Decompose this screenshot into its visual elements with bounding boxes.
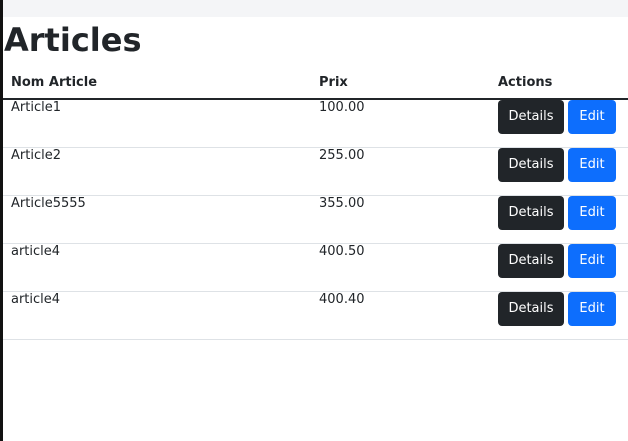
article-price: 400.50: [311, 243, 490, 292]
table-row: Article5555 355.00 Details Edit: [3, 195, 628, 244]
row-actions: Details Edit: [490, 195, 628, 244]
details-button[interactable]: Details: [498, 243, 564, 278]
article-name: Article1: [3, 99, 311, 148]
article-price: 100.00: [311, 99, 490, 148]
page-title: Articles: [4, 21, 142, 59]
top-bar: [3, 0, 628, 17]
edit-button[interactable]: Edit: [568, 147, 616, 182]
details-button[interactable]: Details: [498, 195, 564, 230]
article-name: Article2: [3, 147, 311, 196]
details-button[interactable]: Details: [498, 291, 564, 326]
table-row: Article1 100.00 Details Edit: [3, 99, 628, 148]
row-actions: Details Edit: [490, 243, 628, 292]
article-price: 355.00: [311, 195, 490, 244]
articles-table: Nom Article Prix Actions Article1 100.00…: [3, 66, 628, 340]
details-button[interactable]: Details: [498, 147, 564, 182]
column-header-name: Nom Article: [3, 66, 311, 100]
edit-button[interactable]: Edit: [568, 243, 616, 278]
column-header-price: Prix: [311, 66, 490, 100]
article-name: Article5555: [3, 195, 311, 244]
table-header-row: Nom Article Prix Actions: [3, 66, 628, 100]
edit-button[interactable]: Edit: [568, 291, 616, 326]
table-row: article4 400.50 Details Edit: [3, 243, 628, 292]
column-header-actions: Actions: [490, 66, 628, 100]
row-actions: Details Edit: [490, 147, 628, 196]
article-price: 400.40: [311, 291, 490, 340]
article-price: 255.00: [311, 147, 490, 196]
row-actions: Details Edit: [490, 291, 628, 340]
row-actions: Details Edit: [490, 99, 628, 148]
edit-button[interactable]: Edit: [568, 100, 616, 134]
details-button[interactable]: Details: [498, 100, 564, 134]
article-name: article4: [3, 291, 311, 340]
table-row: article4 400.40 Details Edit: [3, 291, 628, 340]
article-name: article4: [3, 243, 311, 292]
table-row: Article2 255.00 Details Edit: [3, 147, 628, 196]
edit-button[interactable]: Edit: [568, 195, 616, 230]
